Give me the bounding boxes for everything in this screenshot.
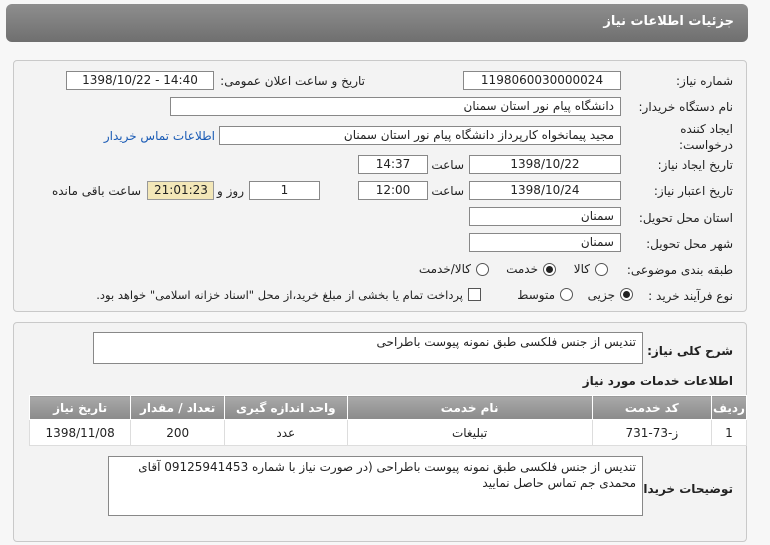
category-label: طبقه بندی موضوعی:: [626, 263, 733, 277]
days-field: 1: [249, 181, 320, 200]
province-field: سمنان: [469, 207, 621, 226]
col-row: ردیف: [710, 395, 748, 420]
col-unit: واحد اندازه گیری: [224, 395, 348, 420]
buyer-field: دانشگاه پیام نور استان سمنان: [170, 97, 621, 116]
days-label: روز و: [217, 184, 244, 198]
category-radio-goods-service[interactable]: [476, 263, 489, 276]
cell-unit: عدد: [224, 419, 348, 446]
cell-service-name: تبلیغات: [346, 419, 593, 446]
remaining-label: ساعت باقی مانده: [51, 184, 141, 198]
city-field: سمنان: [469, 233, 621, 252]
buyer-notes-field: تندیس از جنس فلکسی طبق نمونه پیوست باطرا…: [108, 456, 643, 516]
services-title: اطلاعات خدمات مورد نیاز: [582, 374, 733, 388]
category-option-goods-service: کالا/خدمت: [418, 262, 471, 276]
create-time-field: 14:37: [358, 155, 428, 174]
province-label: استان محل تحویل:: [638, 211, 733, 225]
cell-row: 1: [710, 419, 748, 446]
cell-service-code: ز-73-731: [591, 419, 712, 446]
description-label: شرح کلی نیاز:: [647, 344, 733, 358]
table-row: 1 ز-73-731 تبلیغات عدد 200 1398/11/08: [28, 419, 748, 446]
buyer-notes-label: توضیحات خریدار:: [631, 482, 733, 496]
services-table: ردیف کد خدمت نام خدمت واحد اندازه گیری ت…: [28, 395, 748, 446]
creator-label-2: درخواست:: [679, 138, 733, 152]
col-service-code: کد خدمت: [591, 395, 712, 420]
valid-time-field: 12:00: [358, 181, 428, 200]
valid-date-label: تاریخ اعتبار نیاز:: [653, 184, 733, 198]
valid-date-field: 1398/10/24: [469, 181, 621, 200]
creator-field: مجید پیمانخواه کارپرداز دانشگاه پیام نور…: [219, 126, 621, 145]
process-option-medium: متوسط: [517, 288, 555, 302]
remaining-time-field: 21:01:23: [147, 181, 214, 200]
process-label: نوع فرآیند خرید :: [648, 289, 733, 303]
col-need-date: تاریخ نیاز: [28, 395, 132, 420]
page-title: جزئیات اطلاعات نیاز: [603, 14, 734, 29]
need-number-label: شماره نیاز:: [676, 74, 733, 88]
valid-time-label: ساعت: [431, 184, 464, 198]
creator-label-1: ایجاد کننده: [680, 122, 733, 136]
process-radio-partial[interactable]: [620, 288, 633, 301]
create-date-field: 1398/10/22: [469, 155, 621, 174]
create-time-label: ساعت: [431, 158, 464, 172]
process-option-partial: جزیی: [587, 288, 615, 302]
category-radio-goods[interactable]: [595, 263, 608, 276]
page-header: جزئیات اطلاعات نیاز: [6, 4, 748, 42]
create-date-label: تاریخ ایجاد نیاز:: [657, 158, 733, 172]
process-radio-medium[interactable]: [560, 288, 573, 301]
description-field: تندیس از جنس فلکسی طبق نمونه پیوست باطرا…: [93, 332, 643, 364]
city-label: شهر محل تحویل:: [646, 237, 733, 251]
services-header-row: ردیف کد خدمت نام خدمت واحد اندازه گیری ت…: [28, 395, 748, 420]
cell-need-date: 1398/11/08: [28, 419, 132, 446]
treasury-checkbox[interactable]: [468, 288, 481, 301]
category-option-goods: کالا: [573, 262, 590, 276]
cell-quantity: 200: [130, 419, 226, 446]
col-service-name: نام خدمت: [346, 395, 593, 420]
buyer-contact-link[interactable]: اطلاعات تماس خریدار: [104, 129, 215, 143]
buyer-label: نام دستگاه خریدار:: [638, 100, 734, 114]
need-number-field: 1198060030000024: [463, 71, 621, 90]
category-option-service: خدمت: [506, 262, 538, 276]
category-radio-service[interactable]: [543, 263, 556, 276]
announce-label: تاریخ و ساعت اعلان عمومی:: [220, 74, 365, 88]
announce-field: 1398/10/22 - 14:40: [66, 71, 214, 90]
payment-note: پرداخت تمام یا بخشی از مبلغ خرید،از محل …: [96, 288, 463, 302]
col-quantity: تعداد / مقدار: [130, 395, 226, 420]
